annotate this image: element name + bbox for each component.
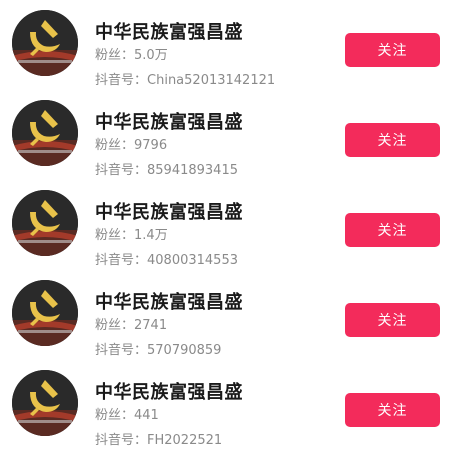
avatar[interactable] xyxy=(12,280,78,346)
fans-count: 粉丝：2741 xyxy=(95,314,167,333)
follow-list: 中华民族富强昌盛 粉丝：5.0万 抖音号：China52013142121 关注… xyxy=(0,0,453,460)
douyin-label: 抖音号： xyxy=(95,73,148,88)
follow-button[interactable]: 关注 xyxy=(345,123,440,157)
follow-button[interactable]: 关注 xyxy=(345,33,440,67)
follow-button[interactable]: 关注 xyxy=(345,303,440,337)
fans-label: 粉丝： xyxy=(95,138,135,153)
user-name: 中华民族富强昌盛 xyxy=(95,202,243,223)
douyin-id: 抖音号：570790859 xyxy=(95,339,221,358)
list-item[interactable]: 中华民族富强昌盛 粉丝：5.0万 抖音号：China52013142121 关注 xyxy=(0,0,453,90)
douyin-label: 抖音号： xyxy=(95,163,148,178)
douyin-value: 570790859 xyxy=(147,343,222,358)
fans-count: 粉丝：441 xyxy=(95,404,159,423)
fans-value: 1.4万 xyxy=(134,228,168,243)
user-name: 中华民族富强昌盛 xyxy=(95,292,243,313)
avatar[interactable] xyxy=(12,100,78,166)
list-item[interactable]: 中华民族富强昌盛 粉丝：1.4万 抖音号：40800314553 关注 xyxy=(0,180,453,270)
douyin-value: China52013142121 xyxy=(147,73,276,88)
avatar[interactable] xyxy=(12,190,78,256)
user-name: 中华民族富强昌盛 xyxy=(95,22,243,43)
fans-label: 粉丝： xyxy=(95,318,135,333)
fans-label: 粉丝： xyxy=(95,408,135,423)
list-item[interactable]: 中华民族富强昌盛 粉丝：441 抖音号：FH2022521 关注 xyxy=(0,360,453,450)
douyin-value: FH2022521 xyxy=(147,433,223,448)
douyin-label: 抖音号： xyxy=(95,433,148,448)
avatar[interactable] xyxy=(12,370,78,436)
fans-count: 粉丝：9796 xyxy=(95,134,167,153)
douyin-label: 抖音号： xyxy=(95,253,148,268)
party-emblem-icon xyxy=(12,280,78,346)
user-name: 中华民族富强昌盛 xyxy=(95,112,243,133)
fans-value: 9796 xyxy=(134,138,168,153)
fans-value: 2741 xyxy=(134,318,168,333)
douyin-label: 抖音号： xyxy=(95,343,148,358)
douyin-id: 抖音号：85941893415 xyxy=(95,159,238,178)
party-emblem-icon xyxy=(12,10,78,76)
follow-button[interactable]: 关注 xyxy=(345,213,440,247)
party-emblem-icon xyxy=(12,190,78,256)
list-item[interactable]: 中华民族富强昌盛 粉丝：2741 抖音号：570790859 关注 xyxy=(0,270,453,360)
fans-label: 粉丝： xyxy=(95,228,135,243)
list-item[interactable]: 中华民族富强昌盛 粉丝：9796 抖音号：85941893415 关注 xyxy=(0,90,453,180)
party-emblem-icon xyxy=(12,370,78,436)
avatar[interactable] xyxy=(12,10,78,76)
douyin-id: 抖音号：FH2022521 xyxy=(95,429,222,448)
fans-value: 5.0万 xyxy=(134,48,168,63)
douyin-value: 40800314553 xyxy=(147,253,238,268)
party-emblem-icon xyxy=(12,100,78,166)
douyin-id: 抖音号：40800314553 xyxy=(95,249,238,268)
fans-count: 粉丝：5.0万 xyxy=(95,44,168,63)
douyin-value: 85941893415 xyxy=(147,163,238,178)
follow-button[interactable]: 关注 xyxy=(345,393,440,427)
user-name: 中华民族富强昌盛 xyxy=(95,382,243,403)
fans-label: 粉丝： xyxy=(95,48,135,63)
fans-value: 441 xyxy=(134,408,159,423)
fans-count: 粉丝：1.4万 xyxy=(95,224,168,243)
douyin-id: 抖音号：China52013142121 xyxy=(95,69,275,88)
